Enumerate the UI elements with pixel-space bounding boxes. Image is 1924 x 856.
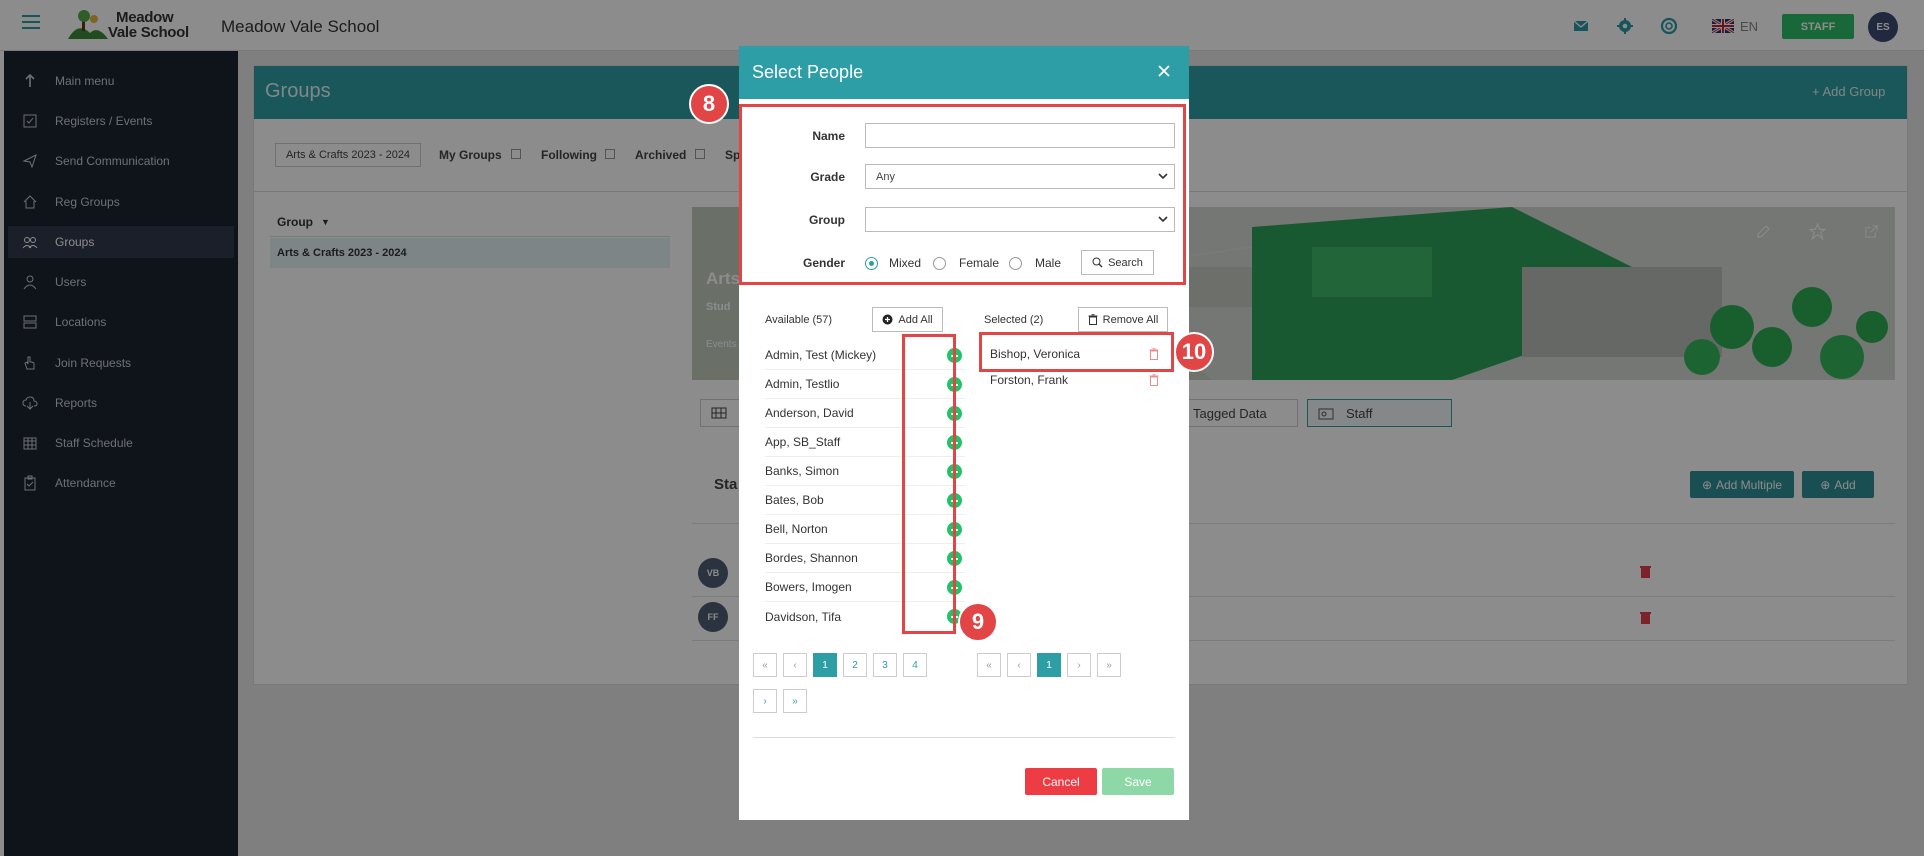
page-4-button[interactable]: 4	[903, 653, 927, 677]
add-all-button[interactable]: Add All	[872, 307, 943, 332]
annotation-box-filters	[739, 104, 1186, 285]
page-2-button[interactable]: 2	[843, 653, 867, 677]
plus-circle-icon	[882, 314, 893, 325]
close-icon[interactable]	[1157, 64, 1171, 78]
selected-page-1-button[interactable]: 1	[1037, 653, 1061, 677]
person-name: Bates, Bob	[765, 493, 824, 507]
annotation-badge-8: 8	[689, 84, 729, 124]
person-name: Bell, Norton	[765, 522, 828, 536]
annotation-box-selected-person	[979, 332, 1174, 372]
available-heading: Available (57)	[765, 314, 833, 326]
divider	[753, 737, 1175, 738]
remove-all-label: Remove All	[1102, 313, 1159, 326]
person-name: App, SB_Staff	[765, 435, 841, 449]
annotation-box-add-buttons	[902, 334, 956, 634]
page-3-button[interactable]: 3	[873, 653, 897, 677]
add-all-label: Add All	[898, 313, 933, 326]
selected-page-next-button[interactable]: ›	[1067, 653, 1091, 677]
person-name: Bowers, Imogen	[765, 580, 852, 594]
annotation-badge-9: 9	[958, 602, 998, 642]
person-name: Anderson, David	[765, 406, 854, 420]
page-last-button[interactable]: »	[783, 689, 807, 713]
selected-page-first-button[interactable]: «	[977, 653, 1001, 677]
remove-all-button[interactable]: Remove All	[1078, 307, 1168, 332]
selected-heading: Selected (2)	[984, 314, 1044, 326]
page-next-button[interactable]: ›	[753, 689, 777, 713]
modal-header: Select People	[739, 46, 1189, 99]
annotation-badge-10: 10	[1174, 332, 1214, 372]
person-name: Banks, Simon	[765, 464, 840, 478]
list-item[interactable]: Forston, Frank	[990, 369, 1170, 391]
person-name: Admin, Test (Mickey)	[765, 348, 877, 362]
cancel-button[interactable]: Cancel	[1025, 768, 1097, 795]
selected-page-prev-button[interactable]: ‹	[1007, 653, 1031, 677]
page-1-button[interactable]: 1	[813, 653, 837, 677]
person-name: Admin, Testlio	[765, 377, 840, 391]
save-button[interactable]: Save	[1102, 768, 1174, 795]
modal-title: Select People	[752, 62, 864, 82]
trash-icon	[1088, 314, 1098, 325]
person-name: Forston, Frank	[990, 373, 1069, 387]
person-name: Bordes, Shannon	[765, 551, 858, 565]
person-name: Davidson, Tifa	[765, 609, 842, 624]
selected-page-last-button[interactable]: »	[1097, 653, 1121, 677]
page-prev-button[interactable]: ‹	[783, 653, 807, 677]
remove-person-trash-icon[interactable]	[1149, 374, 1159, 386]
page-first-button[interactable]: «	[753, 653, 777, 677]
